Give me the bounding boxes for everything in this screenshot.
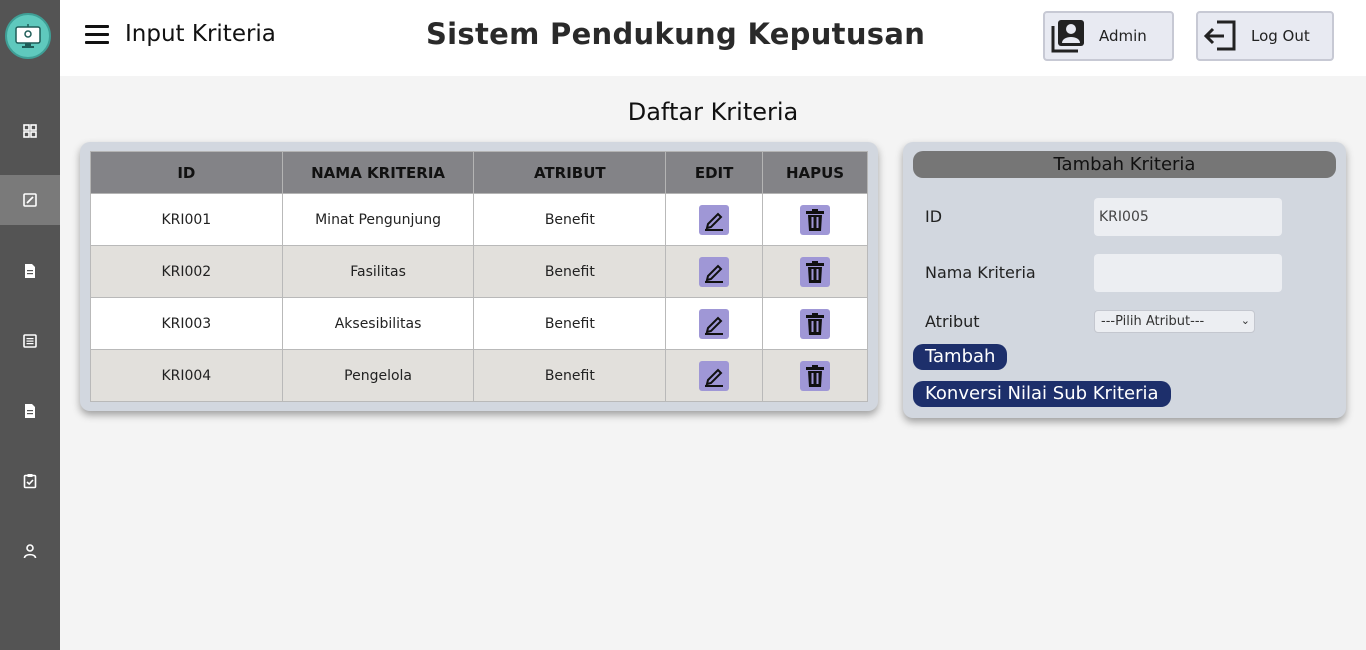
edit-button[interactable] [699,360,730,391]
cell-nama: Pengelola [281,349,475,402]
add-criteria-form: Tambah Kriteria ID Nama Kriteria Atribut… [903,142,1346,418]
pencil-icon [705,316,724,335]
pencil-icon [705,212,724,231]
page-title: Input Kriteria [125,21,276,47]
tambah-button[interactable]: Tambah [913,344,1008,370]
grid-icon [23,124,37,138]
chevron-down-icon: ⌄ [1240,314,1250,327]
cell-edit [665,193,764,246]
trash-icon [806,364,825,387]
nama-kriteria-label: Nama Kriteria [925,263,1036,282]
cell-atribut: Benefit [473,193,667,246]
form-title: Tambah Kriteria [913,151,1336,178]
cell-nama: Fasilitas [281,245,475,298]
cell-hapus [762,349,868,402]
id-field[interactable] [1094,198,1282,236]
logout-icon [1203,20,1236,51]
table-row: KRI001 Minat Pengunjung Benefit [90,193,868,246]
trash-icon [806,208,825,231]
table-row: KRI002 Fasilitas Benefit [90,245,868,298]
cell-edit [665,349,764,402]
pencil-icon [705,264,724,283]
trash-icon [806,260,825,283]
nav-user[interactable] [0,526,60,576]
user-icon [23,544,37,559]
cell-nama: Minat Pengunjung [281,193,475,246]
cell-hapus [762,297,868,350]
cell-hapus [762,245,868,298]
nav-input-kriteria[interactable] [0,175,60,225]
col-header-hapus: HAPUS [762,151,868,194]
delete-button[interactable] [800,308,831,339]
nav-report[interactable] [0,386,60,436]
edit-button[interactable] [699,204,730,235]
cell-nama: Aksesibilitas [281,297,475,350]
col-header-edit: EDIT [665,151,764,194]
atribut-select[interactable]: ---Pilih Atribut--- ⌄ [1094,310,1255,333]
document-icon [25,264,35,278]
id-label: ID [925,207,943,226]
col-header-atribut: ATRIBUT [473,151,667,194]
delete-button[interactable] [800,256,831,287]
criteria-table-card: ID NAMA KRITERIA ATRIBUT EDIT HAPUS KRI0… [80,142,878,411]
admin-button[interactable]: Admin [1043,11,1174,61]
trash-icon [806,312,825,335]
nama-kriteria-field[interactable] [1094,254,1282,292]
table-header-row: ID NAMA KRITERIA ATRIBUT EDIT HAPUS [90,151,868,194]
delete-button[interactable] [800,204,831,235]
delete-button[interactable] [800,360,831,391]
report-icon [25,404,35,418]
sidebar [0,0,60,650]
app-logo [5,13,51,59]
nav-list[interactable] [0,316,60,366]
table-row: KRI004 Pengelola Benefit [90,349,868,402]
cell-atribut: Benefit [473,245,667,298]
admin-label: Admin [1099,27,1147,45]
table-row: KRI003 Aksesibilitas Benefit [90,297,868,350]
atribut-label: Atribut [925,312,980,331]
nav-document[interactable] [0,246,60,296]
clipboard-check-icon [23,474,37,489]
nav-checklist[interactable] [0,456,60,506]
edit-button[interactable] [699,308,730,339]
cell-id: KRI004 [90,349,283,402]
logout-button[interactable]: Log Out [1196,11,1334,61]
criteria-table: ID NAMA KRITERIA ATRIBUT EDIT HAPUS KRI0… [90,151,868,402]
monitor-logo-icon [15,24,41,48]
atribut-select-value: ---Pilih Atribut--- [1101,314,1205,329]
logout-label: Log Out [1251,27,1310,45]
edit-button[interactable] [699,256,730,287]
cell-edit [665,297,764,350]
edit-square-icon [23,193,37,207]
col-header-nama: NAMA KRITERIA [281,151,475,194]
cell-id: KRI003 [90,297,283,350]
col-header-id: ID [90,151,283,194]
app-title: Sistem Pendukung Keputusan [426,17,926,51]
cell-atribut: Benefit [473,297,667,350]
konversi-button[interactable]: Konversi Nilai Sub Kriteria [913,381,1171,407]
nav-dashboard[interactable] [0,106,60,156]
list-icon [23,334,37,348]
cell-edit [665,245,764,298]
top-header: Input Kriteria Sistem Pendukung Keputusa… [60,0,1366,76]
cell-id: KRI002 [90,245,283,298]
list-title: Daftar Kriteria [627,98,799,126]
cell-hapus [762,193,868,246]
cell-id: KRI001 [90,193,283,246]
cell-atribut: Benefit [473,349,667,402]
pencil-icon [705,368,724,387]
contacts-icon [1051,20,1084,53]
hamburger-menu-icon[interactable] [85,25,109,47]
